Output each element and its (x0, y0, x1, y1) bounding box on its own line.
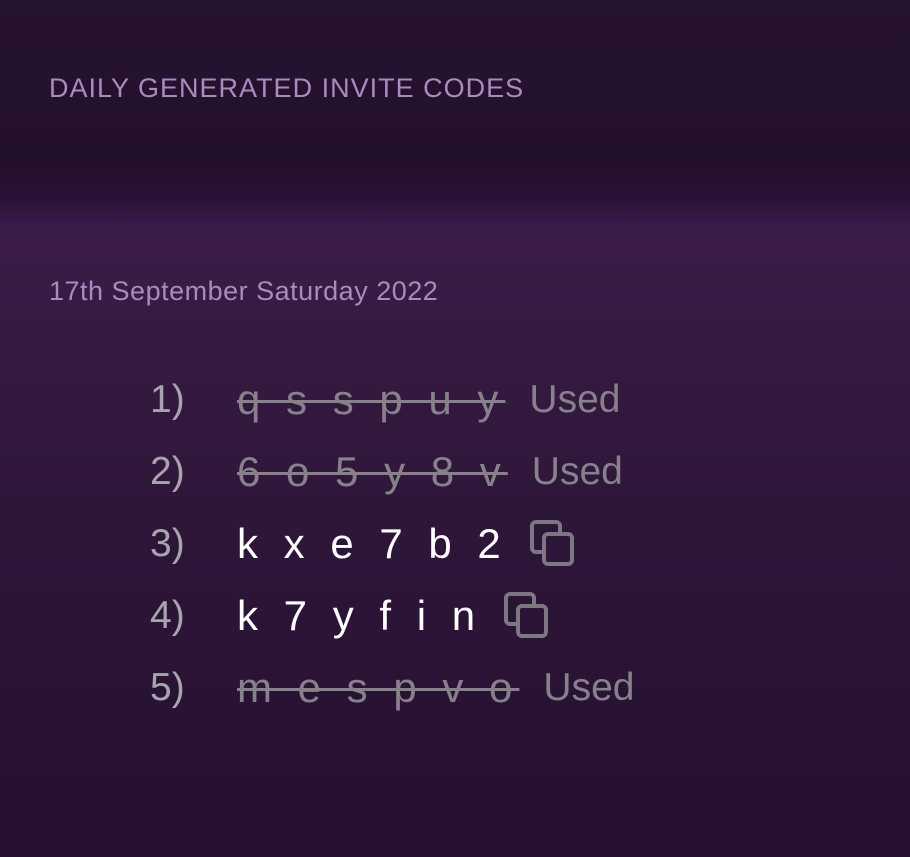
list-item: 1) q s s p u y Used (0, 364, 910, 436)
header: DAILY GENERATED INVITE CODES (0, 0, 910, 226)
row-number: 4) (150, 594, 185, 637)
page-title: DAILY GENERATED INVITE CODES (49, 73, 525, 103)
content-panel: 17th September Saturday 2022 1) q s s p … (0, 226, 910, 857)
list-item: 2) 6 o 5 y 8 v Used (0, 436, 910, 508)
copy-icon (529, 520, 574, 566)
invite-code-list: 1) q s s p u y Used 2) 6 o 5 y 8 v Used … (0, 364, 910, 724)
row-number: 2) (150, 450, 185, 493)
copy-button[interactable] (502, 590, 552, 642)
used-status-label: Used (531, 450, 623, 493)
list-item: 4) k 7 y f i n (0, 580, 910, 652)
used-status-label: Used (529, 378, 621, 421)
copy-button[interactable] (528, 518, 578, 570)
invite-code[interactable]: k x e 7 b 2 (237, 520, 508, 568)
row-number: 3) (150, 522, 185, 565)
row-number: 1) (150, 378, 185, 421)
list-item: 3) k x e 7 b 2 (0, 508, 910, 580)
invite-code: m e s p v o (237, 664, 520, 711)
used-status-label: Used (543, 666, 635, 709)
date-label: 17th September Saturday 2022 (49, 276, 439, 306)
invite-code[interactable]: k 7 y f i n (237, 592, 482, 640)
copy-icon (504, 592, 549, 638)
invite-code: 6 o 5 y 8 v (237, 448, 508, 495)
list-item: 5) m e s p v o Used (0, 652, 910, 724)
invite-code: q s s p u y (237, 376, 506, 423)
row-number: 5) (150, 666, 185, 709)
